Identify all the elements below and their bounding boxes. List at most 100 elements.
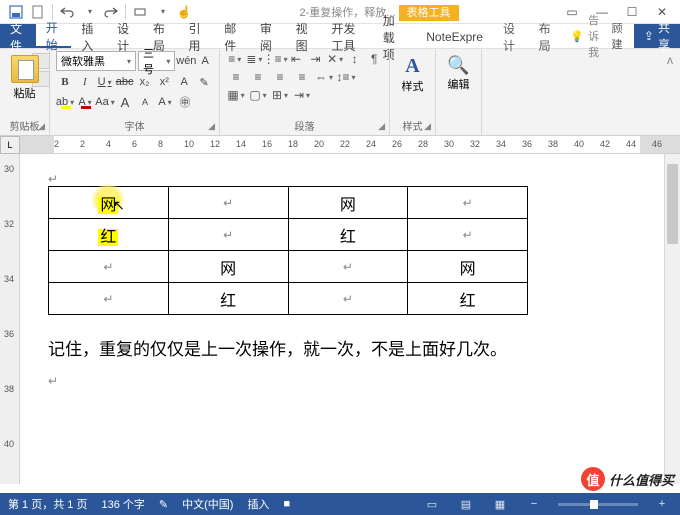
new-icon[interactable] (30, 4, 46, 20)
tab-view[interactable]: 视图 (286, 24, 322, 48)
table-cell[interactable]: 红 (168, 283, 288, 315)
table-cell[interactable]: ↖网 (49, 187, 169, 219)
phonetic-guide-icon[interactable]: wén (177, 52, 195, 70)
undo-more-icon[interactable] (81, 4, 97, 20)
table-cell[interactable]: ↵ (49, 251, 169, 283)
font-color-button[interactable]: A (76, 93, 94, 111)
align-left-icon[interactable]: ≡ (226, 69, 246, 85)
table-cell[interactable]: ↵ (168, 219, 288, 251)
justify-icon[interactable]: ≡ (292, 69, 312, 85)
tab-table-layout[interactable]: 布局 (529, 24, 565, 48)
highlight-button[interactable]: ab (56, 93, 74, 111)
enclose-char-button[interactable]: ㊥ (176, 93, 194, 111)
show-marks-icon[interactable]: ¶ (365, 51, 383, 67)
distributed-icon[interactable]: ⇔ (314, 69, 334, 85)
read-mode-icon[interactable]: ▭ (422, 496, 442, 512)
language-indicator[interactable]: 中文(中国) (182, 496, 233, 512)
char-shading-button[interactable]: A (156, 93, 174, 111)
font-name-select[interactable]: 微软雅黑 (56, 51, 136, 71)
tab-home[interactable]: 开始 (36, 24, 72, 48)
char-border-icon[interactable]: A (197, 52, 213, 70)
save-icon[interactable] (8, 4, 24, 20)
find-icon[interactable]: 🔍 (447, 55, 469, 76)
zoom-slider[interactable] (558, 503, 638, 506)
insert-mode[interactable]: 插入 (247, 496, 269, 512)
tab-settings-icon[interactable]: ⇥ (292, 87, 312, 103)
tab-review[interactable]: 审阅 (250, 24, 286, 48)
scrollbar-thumb[interactable] (667, 164, 678, 244)
superscript-button[interactable]: x² (155, 73, 173, 91)
increase-indent-icon[interactable]: ⇥ (307, 51, 325, 67)
ribbon-options-icon[interactable]: ▭ (558, 2, 586, 22)
table-cell[interactable]: 红 (49, 219, 169, 251)
font-size-select[interactable]: 三号 (138, 51, 175, 71)
bold-button[interactable]: B (56, 73, 74, 91)
tab-table-design[interactable]: 设计 (493, 24, 529, 48)
tab-mailings[interactable]: 邮件 (214, 24, 250, 48)
table-row[interactable]: 红↵红↵ (49, 219, 528, 251)
shading-icon[interactable]: ▦ (226, 87, 246, 103)
horizontal-ruler[interactable]: 2246810121416182022242628303234363840424… (20, 136, 680, 153)
tab-noteexpress[interactable]: NoteExpre (416, 24, 493, 48)
subscript-button[interactable]: x₂ (136, 73, 154, 91)
print-preview-icon[interactable] (132, 4, 148, 20)
tab-developer[interactable]: 开发工具 (321, 24, 372, 48)
maximize-icon[interactable]: ☐ (618, 2, 646, 22)
touch-icon[interactable]: ☝ (176, 4, 192, 20)
table-cell[interactable]: 网 (408, 251, 528, 283)
text-direction-icon[interactable]: ✕ (326, 51, 344, 67)
borders-icon[interactable]: ▢ (248, 87, 268, 103)
page-indicator[interactable]: 第 1 页，共 1 页 (8, 496, 87, 512)
launcher-icon[interactable]: ◢ (38, 121, 45, 132)
table-cell[interactable]: 网 (168, 251, 288, 283)
document-table[interactable]: ↖网↵网↵红↵红↵↵网↵网↵红↵红 (48, 186, 528, 315)
launcher-icon[interactable]: ◢ (378, 121, 385, 132)
tab-file[interactable]: 文件 (0, 24, 36, 48)
table-row[interactable]: ↵红↵红 (49, 283, 528, 315)
table-row[interactable]: ↵网↵网 (49, 251, 528, 283)
launcher-icon[interactable]: ◢ (208, 121, 215, 132)
strike-button[interactable]: abc (116, 73, 134, 91)
editing-button[interactable]: 编辑 (448, 76, 470, 92)
zoom-out-icon[interactable]: − (524, 496, 544, 512)
redo-icon[interactable] (103, 4, 119, 20)
launcher-icon[interactable]: ◢ (424, 121, 431, 132)
snap-grid-icon[interactable]: ⊞ (270, 87, 290, 103)
tell-me[interactable]: 💡告诉我 (570, 24, 603, 48)
tab-insert[interactable]: 插入 (71, 24, 107, 48)
line-spacing-icon[interactable]: ↕≡ (336, 69, 356, 85)
body-paragraph[interactable]: 记住，重复的仅仅是上一次操作，就一次，不是上面好几次。 (48, 335, 636, 366)
table-cell[interactable]: 红 (288, 219, 408, 251)
change-case-button[interactable]: Aa (96, 93, 114, 111)
share-button[interactable]: ⇪共享 (634, 24, 680, 48)
vertical-ruler[interactable]: 303234363840 (0, 154, 20, 484)
styles-button[interactable]: 样式 (402, 78, 424, 94)
print-layout-icon[interactable]: ▤ (456, 496, 476, 512)
table-row[interactable]: ↖网↵网↵ (49, 187, 528, 219)
text-effects-button[interactable]: A (175, 73, 193, 91)
zoom-in-icon[interactable]: + (652, 496, 672, 512)
shrink-font-button[interactable]: A (136, 93, 154, 111)
table-cell[interactable]: ↵ (408, 219, 528, 251)
multilevel-list-icon[interactable]: ⋮≡ (265, 51, 285, 67)
vertical-scrollbar[interactable] (664, 154, 680, 484)
table-cell[interactable]: 红 (408, 283, 528, 315)
clear-format-button[interactable]: ✎ (195, 73, 213, 91)
italic-button[interactable]: I (76, 73, 94, 91)
macro-record-icon[interactable]: ■ (283, 498, 290, 510)
underline-button[interactable]: U (96, 73, 114, 91)
tab-selector[interactable]: L (0, 136, 20, 154)
table-cell[interactable]: ↵ (408, 187, 528, 219)
spell-check-icon[interactable]: ✎ (159, 498, 168, 511)
table-cell[interactable]: ↵ (49, 283, 169, 315)
word-count[interactable]: 136 个字 (101, 496, 144, 512)
more-icon[interactable] (154, 4, 170, 20)
styles-icon[interactable]: A (405, 55, 419, 78)
web-layout-icon[interactable]: ▦ (490, 496, 510, 512)
undo-icon[interactable] (59, 4, 75, 20)
user-name[interactable]: 顾建 (604, 24, 634, 48)
table-cell[interactable]: ↵ (288, 283, 408, 315)
grow-font-button[interactable]: A (116, 93, 134, 111)
decrease-indent-icon[interactable]: ⇤ (287, 51, 305, 67)
page[interactable]: ↵ ↖网↵网↵红↵红↵↵网↵网↵红↵红 记住，重复的仅仅是上一次操作，就一次，不… (20, 154, 664, 484)
